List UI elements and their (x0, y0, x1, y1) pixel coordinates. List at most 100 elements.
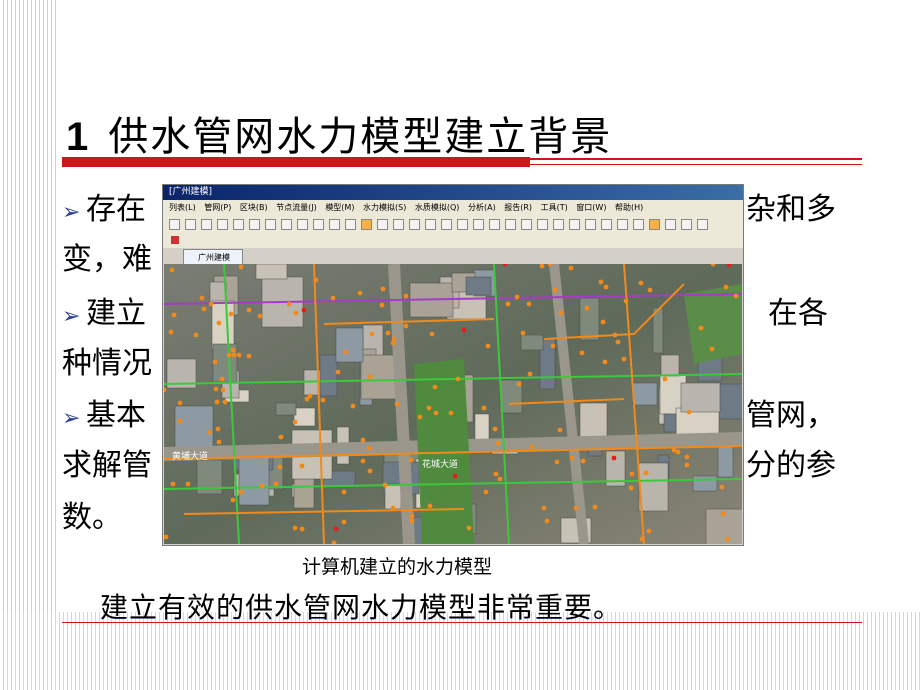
pipe-node (292, 525, 298, 531)
toolbar-button-icon[interactable] (649, 219, 660, 230)
building-block (275, 402, 297, 416)
bullet-2-cont-left: 种情况 (62, 346, 152, 381)
toolbar-button-icon[interactable] (249, 219, 260, 230)
pipe-node (226, 352, 232, 358)
pipe-node (427, 503, 433, 509)
pipe-node (214, 399, 220, 405)
menu-item[interactable]: 工具(T) (541, 200, 568, 216)
toolbar-button-icon[interactable] (409, 219, 420, 230)
menu-item[interactable]: 管网(P) (204, 200, 231, 216)
pipe-node (367, 468, 373, 474)
toolbar-button-icon[interactable] (393, 219, 404, 230)
toolbar-button-icon[interactable] (441, 219, 452, 230)
toolbar-button-icon[interactable] (521, 219, 532, 230)
pipe-node (286, 301, 292, 307)
toolbar-button-icon[interactable] (473, 219, 484, 230)
app-menubar: 列表(L) 管网(P) 区块(B) 节点流量(J) 模型(M) 水力模拟(S) … (163, 200, 743, 216)
pipe-node (505, 301, 511, 307)
document-tab[interactable]: 广州建模 (183, 249, 243, 264)
toolbar-button-icon[interactable] (537, 219, 548, 230)
building-block (660, 354, 680, 377)
toolbar-button-icon[interactable] (329, 219, 340, 230)
toolbar-button-icon[interactable] (697, 219, 708, 230)
pipe-node (573, 505, 579, 511)
toolbar-button-icon[interactable] (425, 219, 436, 230)
menu-item[interactable]: 水力模拟(S) (363, 200, 406, 216)
toolbar-button-icon[interactable] (489, 219, 500, 230)
pipe-node (206, 429, 212, 435)
pipe-node (277, 464, 283, 470)
toolbar-button-icon[interactable] (169, 219, 180, 230)
toolbar-button-icon[interactable] (553, 219, 564, 230)
pipe-node (333, 526, 339, 532)
toolbar-button-icon[interactable] (281, 219, 292, 230)
menu-item[interactable]: 窗口(W) (576, 200, 606, 216)
toolbar-button-icon[interactable] (617, 219, 628, 230)
pipe-node (278, 434, 284, 440)
toolbar-button-icon[interactable] (265, 219, 276, 230)
toolbar-button-icon[interactable] (633, 219, 644, 230)
toolbar-button-icon[interactable] (185, 219, 196, 230)
toolbar-button-icon[interactable] (217, 219, 228, 230)
figure-caption: 计算机建立的水力模型 (302, 556, 493, 578)
menu-item[interactable]: 帮助(H) (615, 200, 643, 216)
menu-item[interactable]: 列表(L) (169, 200, 196, 216)
pipe-node (485, 343, 491, 349)
pipe-node (603, 284, 609, 290)
street-label: 花城大道 (422, 458, 458, 470)
pipe-node (170, 481, 176, 487)
toolbar-button-icon[interactable] (361, 219, 372, 230)
toolbar-marker-icon[interactable] (171, 236, 179, 244)
toolbar-button-icon[interactable] (201, 219, 212, 230)
pipe-node (698, 325, 704, 331)
toolbar-button-icon[interactable] (681, 219, 692, 230)
toolbar-button-icon[interactable] (233, 219, 244, 230)
pipe-node (390, 340, 396, 346)
toolbar-button-icon[interactable] (345, 219, 356, 230)
pipe-node (629, 471, 635, 477)
menu-item[interactable]: 水质模拟(Q) (415, 200, 460, 216)
pipe-node (452, 473, 458, 479)
bullet-3: ➢ 基本 (62, 392, 146, 443)
pipe-node (520, 330, 526, 336)
pipe-node (554, 459, 560, 465)
pipe-node (684, 454, 690, 460)
toolbar-button-icon[interactable] (569, 219, 580, 230)
toolbar-button-icon[interactable] (377, 219, 388, 230)
toolbar-button-icon[interactable] (297, 219, 308, 230)
toolbar-button-icon[interactable] (313, 219, 324, 230)
title-accent-bar (62, 157, 530, 167)
pipe-node (259, 483, 265, 489)
bullet-1-right: 杂和多 (746, 192, 836, 227)
pipe-node (579, 350, 585, 356)
pipe-node (394, 401, 400, 407)
pipe-node (273, 481, 279, 487)
pipe-node (335, 369, 341, 375)
menu-item[interactable]: 分析(A) (468, 200, 496, 216)
pipe-node (216, 320, 222, 326)
pipe-node (257, 313, 263, 319)
pipe-node (236, 352, 242, 358)
city-3d-map-image: 花城大道 黄埔大道 (164, 264, 742, 544)
menu-item[interactable]: 区块(B) (240, 200, 268, 216)
bullet-1-left: 存在 (86, 192, 146, 227)
toolbar-button-icon[interactable] (457, 219, 468, 230)
bullet-3-end-left: 数。 (62, 500, 122, 535)
pipe-node (526, 301, 532, 307)
menu-item[interactable]: 报告(R) (504, 200, 532, 216)
toolbar-button-icon[interactable] (601, 219, 612, 230)
pipe-node (639, 536, 645, 542)
toolbar-button-icon[interactable] (585, 219, 596, 230)
building-block (293, 407, 316, 427)
pipe-node (367, 374, 373, 380)
pipe-node (228, 311, 234, 317)
left-stripe-decoration (0, 0, 56, 690)
pipe-node (647, 287, 653, 293)
bullet-3-cont-right: 分的参 (746, 448, 836, 483)
toolbar-button-icon[interactable] (505, 219, 516, 230)
building-block (238, 454, 270, 506)
building-block (319, 354, 338, 397)
menu-item[interactable]: 节点流量(J) (276, 200, 317, 216)
toolbar-button-icon[interactable] (665, 219, 676, 230)
menu-item[interactable]: 模型(M) (325, 200, 354, 216)
